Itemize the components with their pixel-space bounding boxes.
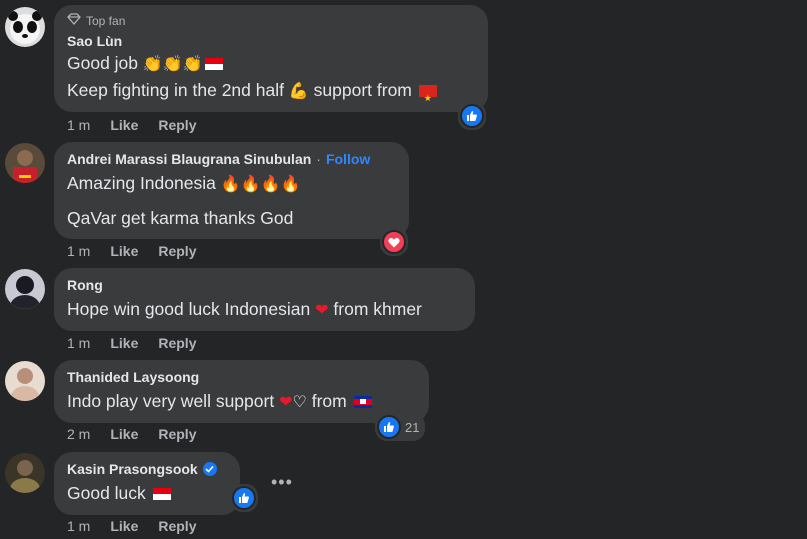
- like-button[interactable]: Like: [110, 518, 138, 534]
- comment-actions: 1 m Like Reply: [67, 518, 196, 534]
- timestamp[interactable]: 1 m: [67, 117, 90, 133]
- indonesia-flag-icon: [204, 58, 223, 71]
- comment-actions: 1 m Like Reply: [67, 117, 196, 133]
- more-options-icon[interactable]: •••: [271, 472, 293, 493]
- reaction-summary[interactable]: 21: [375, 413, 426, 441]
- separator-dot: ·: [316, 151, 321, 167]
- comment-actions: 2 m Like Reply: [67, 426, 196, 442]
- avatar[interactable]: [5, 7, 45, 47]
- author-name[interactable]: Andrei Marassi Blaugrana Sinubulan: [67, 150, 311, 168]
- clapping-hands-icon: 👏👏👏: [142, 54, 203, 73]
- comment-bubble: Rong Hope win good luck Indonesian ❤ fro…: [54, 268, 475, 331]
- avatar[interactable]: [5, 269, 45, 309]
- vietnam-flag-icon: [418, 85, 437, 111]
- author-name[interactable]: Thanided Laysoong: [67, 368, 416, 386]
- reply-button[interactable]: Reply: [158, 243, 196, 259]
- comment-text-line: Good job 👏👏👏: [67, 50, 475, 77]
- author-row: Andrei Marassi Blaugrana Sinubulan · Fol…: [67, 150, 396, 168]
- like-icon: [377, 415, 401, 439]
- reply-button[interactable]: Reply: [158, 117, 196, 133]
- red-heart-icon: ❤: [279, 392, 293, 411]
- reaction-summary[interactable]: [380, 228, 408, 256]
- reply-button[interactable]: Reply: [158, 518, 196, 534]
- reaction-summary[interactable]: [458, 102, 486, 130]
- author-name[interactable]: Sao Lùn: [67, 32, 475, 50]
- like-button[interactable]: Like: [110, 243, 138, 259]
- comment-bubble: Top fan Sao Lùn Good job 👏👏👏 Keep fighti…: [54, 5, 488, 112]
- comment-text-line: Keep fighting in the 2nd half 💪 support …: [67, 77, 475, 111]
- comment-bubble: Andrei Marassi Blaugrana Sinubulan · Fol…: [54, 142, 409, 239]
- author-row: Kasin Prasongsook: [67, 460, 227, 478]
- indonesia-flag-icon: [152, 488, 171, 501]
- comment-text-line: Indo play very well support ❤♡ from: [67, 388, 416, 415]
- comment-text-line: QaVar get karma thanks God: [67, 208, 294, 228]
- diamond-icon: [67, 13, 81, 28]
- comment-bubble: Thanided Laysoong Indo play very well su…: [54, 360, 429, 423]
- timestamp[interactable]: 1 m: [67, 335, 90, 351]
- follow-button[interactable]: Follow: [326, 150, 370, 168]
- top-fan-badge: Top fan: [67, 13, 475, 28]
- like-button[interactable]: Like: [110, 426, 138, 442]
- avatar[interactable]: [5, 143, 45, 183]
- heart-icon: [382, 230, 406, 254]
- author-name[interactable]: Kasin Prasongsook: [67, 460, 198, 478]
- author-name[interactable]: Rong: [67, 276, 462, 294]
- verified-badge-icon: [202, 462, 217, 476]
- comment-text-line: Amazing Indonesia 🔥🔥🔥🔥: [67, 173, 301, 193]
- like-button[interactable]: Like: [110, 335, 138, 351]
- like-button[interactable]: Like: [110, 117, 138, 133]
- like-icon: [232, 486, 256, 510]
- comment-actions: 1 m Like Reply: [67, 335, 196, 351]
- comment-text-line: Hope win good luck Indonesian ❤ from khm…: [67, 299, 422, 319]
- reaction-summary[interactable]: [230, 484, 258, 512]
- reply-button[interactable]: Reply: [158, 335, 196, 351]
- comment-actions: 1 m Like Reply: [67, 243, 196, 259]
- red-heart-icon: ❤: [315, 300, 329, 319]
- avatar[interactable]: [5, 361, 45, 401]
- white-heart-icon: ♡: [292, 392, 307, 411]
- comment-text-line: Good luck: [67, 480, 227, 506]
- fire-icon: 🔥🔥🔥🔥: [220, 174, 301, 193]
- timestamp[interactable]: 2 m: [67, 426, 90, 442]
- badge-label: Top fan: [86, 13, 126, 28]
- reply-button[interactable]: Reply: [158, 426, 196, 442]
- flexed-biceps-icon: 💪: [288, 81, 309, 100]
- cambodia-flag-icon: [353, 396, 372, 409]
- timestamp[interactable]: 1 m: [67, 518, 90, 534]
- timestamp[interactable]: 1 m: [67, 243, 90, 259]
- comment-bubble: Kasin Prasongsook Good luck: [54, 452, 240, 515]
- avatar[interactable]: [5, 453, 45, 493]
- reaction-count: 21: [405, 419, 420, 435]
- like-icon: [460, 104, 484, 128]
